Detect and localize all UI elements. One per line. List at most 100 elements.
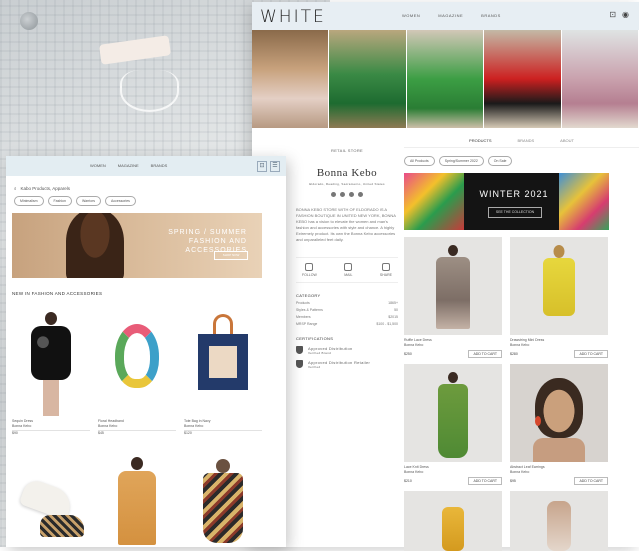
winter-banner[interactable]: WINTER 2021 SEE THE COLLECTION bbox=[404, 173, 609, 230]
instagram-icon[interactable] bbox=[340, 192, 345, 197]
banner-cta-button[interactable]: SEE THE COLLECTION bbox=[488, 207, 542, 218]
info-key: MRSP Range bbox=[296, 322, 318, 326]
model-outfit bbox=[438, 384, 468, 458]
info-key: Products bbox=[296, 301, 310, 305]
user-icon[interactable]: ◉ bbox=[622, 11, 629, 19]
filter-chip[interactable]: All Products bbox=[404, 156, 435, 166]
model-outfit bbox=[31, 326, 71, 380]
product-card[interactable]: Floral Headband Bonna Kebo $45 bbox=[98, 306, 176, 437]
menu-item-brands[interactable]: BRANDS bbox=[151, 163, 168, 168]
menu-item-women[interactable]: WOMEN bbox=[90, 163, 106, 168]
tab-brands[interactable]: BRANDS bbox=[518, 138, 535, 143]
product-card[interactable]: Sequin Dress Bonna Kebo $90 bbox=[12, 306, 90, 437]
banner-cta-button[interactable]: SHOP NOW bbox=[214, 251, 248, 260]
product-image[interactable] bbox=[510, 237, 608, 335]
product-image[interactable] bbox=[404, 364, 502, 462]
tablet-navbar: WOMEN MAGAZINE BRANDS ⊡ ☰ bbox=[6, 156, 286, 176]
model-head bbox=[448, 372, 458, 383]
spring-summer-banner[interactable]: SPRING / SUMMER FASHION AND ACCESSORIES … bbox=[12, 213, 262, 278]
cert-item: Approved Distribution Verified Brand bbox=[296, 346, 398, 355]
filter-chip[interactable]: Accessories bbox=[105, 196, 136, 206]
filter-chip[interactable]: Warriors bbox=[75, 196, 102, 206]
product-card[interactable]: Lace Knit Dress Bonna Kebo $210 ADD TO CAR… bbox=[404, 364, 502, 485]
cert-item: Approved Distribution Retailer Verified bbox=[296, 360, 398, 369]
filter-chips: All Products Spring/Summer 2022 On Sale bbox=[404, 156, 639, 166]
share-button[interactable]: SHARE bbox=[380, 263, 392, 277]
product-image[interactable] bbox=[184, 306, 262, 419]
info-row: Styles & Patterns 50 bbox=[296, 308, 398, 312]
earring-detail bbox=[535, 416, 541, 426]
twitter-icon[interactable] bbox=[349, 192, 354, 197]
product-image[interactable] bbox=[510, 491, 608, 551]
filter-chip[interactable]: On Sale bbox=[487, 156, 513, 166]
tablet-storefront-window: WOMEN MAGAZINE BRANDS ⊡ ☰ ⌕ Kabo Product… bbox=[6, 156, 286, 547]
product-grid: Ruffle Lace Dress Bonna Kebo $250 ADD TO C… bbox=[404, 237, 639, 551]
info-key: Members bbox=[296, 315, 311, 319]
menu-item-women[interactable]: WOMEN bbox=[402, 13, 420, 18]
product-image[interactable] bbox=[404, 491, 502, 551]
info-title: CATEGORY bbox=[296, 293, 321, 298]
menu-item-magazine[interactable]: MAGAZINE bbox=[118, 163, 139, 168]
info-value: 1865+ bbox=[388, 301, 398, 305]
mail-button[interactable]: MAIL bbox=[344, 263, 352, 277]
product-image[interactable] bbox=[184, 455, 262, 545]
product-image[interactable] bbox=[98, 455, 176, 545]
add-to-cart-button[interactable]: ADD TO CART bbox=[468, 350, 502, 358]
model-outfit bbox=[436, 257, 470, 329]
filter-chip[interactable]: Spring/Summer 2022 bbox=[438, 156, 484, 166]
banner-model-photo bbox=[559, 173, 609, 230]
printed-dress-item bbox=[203, 473, 243, 543]
tab-products[interactable]: PRODUCTS bbox=[469, 138, 491, 143]
product-image[interactable] bbox=[510, 364, 608, 462]
info-row: Members $2015 bbox=[296, 315, 398, 319]
product-card[interactable]: Abstract Leaf Earrings Bonna Kebo $95 ADD … bbox=[510, 364, 608, 485]
fabric-pocket-detail bbox=[98, 35, 172, 65]
product-price: $120 bbox=[184, 431, 192, 435]
tote-pocket bbox=[209, 346, 237, 378]
bag-icon[interactable]: ⊡ bbox=[257, 161, 267, 172]
add-to-cart-button[interactable]: ADD TO CART bbox=[574, 350, 608, 358]
filter-chip[interactable]: Minimalism bbox=[14, 196, 44, 206]
fabric-drawstring-detail bbox=[120, 70, 179, 112]
product-brand: Bonna Kebo bbox=[510, 343, 530, 347]
user-icon[interactable]: ☰ bbox=[270, 161, 280, 172]
product-price: $95 bbox=[510, 479, 516, 483]
search-bar[interactable]: ⌕ Kabo Products, Apparels bbox=[14, 186, 70, 191]
add-to-cart-button[interactable]: ADD TO CART bbox=[574, 477, 608, 485]
menu-item-brands[interactable]: BRANDS bbox=[481, 13, 501, 18]
model-head bbox=[45, 312, 57, 325]
store-label: RETAIL STORE bbox=[331, 148, 363, 153]
facebook-icon[interactable] bbox=[331, 192, 336, 197]
product-card[interactable]: Drawstring Mini Dress Bonna Kebo $280 ADD … bbox=[510, 237, 608, 358]
product-image[interactable] bbox=[12, 306, 90, 419]
follow-button[interactable]: FOLLOW bbox=[302, 263, 317, 277]
brand-logo[interactable]: WHITE bbox=[260, 7, 326, 27]
hero-photo bbox=[406, 30, 485, 128]
product-image[interactable] bbox=[404, 237, 502, 335]
product-image[interactable] bbox=[12, 455, 90, 545]
tablet-filter-chips: Minimalism Fashion Warriors Accessories bbox=[14, 196, 136, 206]
store-actions: FOLLOW MAIL SHARE bbox=[296, 257, 398, 283]
product-card[interactable]: Ruffle Lace Dress Bonna Kebo $250 ADD TO C… bbox=[404, 237, 502, 358]
model-head bbox=[448, 245, 458, 256]
add-to-cart-button[interactable]: ADD TO CART bbox=[468, 477, 502, 485]
shield-icon bbox=[296, 346, 303, 354]
model-head bbox=[553, 245, 565, 258]
store-tagline: Eldorado, Reading, Sacramento, United St… bbox=[309, 182, 385, 186]
social-links bbox=[296, 192, 398, 197]
search-text[interactable]: Kabo Products, Apparels bbox=[21, 186, 71, 191]
mail-icon bbox=[344, 263, 353, 271]
info-row: Products 1865+ bbox=[296, 301, 398, 305]
search-icon: ⌕ bbox=[14, 186, 17, 191]
cart-icon[interactable]: ⊡ bbox=[609, 11, 616, 19]
pinterest-icon[interactable] bbox=[358, 192, 363, 197]
hero-photo bbox=[561, 30, 639, 128]
tablet-product-grid: Sequin Dress Bonna Kebo $90 Floral Headba… bbox=[12, 306, 262, 545]
hero-photo bbox=[252, 30, 330, 128]
product-image[interactable] bbox=[98, 306, 176, 419]
tab-about[interactable]: ABOUT bbox=[560, 138, 574, 143]
product-card[interactable]: Tote Bag in Navy Bonna Kebo $120 bbox=[184, 306, 262, 437]
menu-item-magazine[interactable]: MAGAZINE bbox=[438, 13, 463, 18]
hero-photo bbox=[484, 30, 562, 128]
filter-chip[interactable]: Fashion bbox=[47, 196, 72, 206]
